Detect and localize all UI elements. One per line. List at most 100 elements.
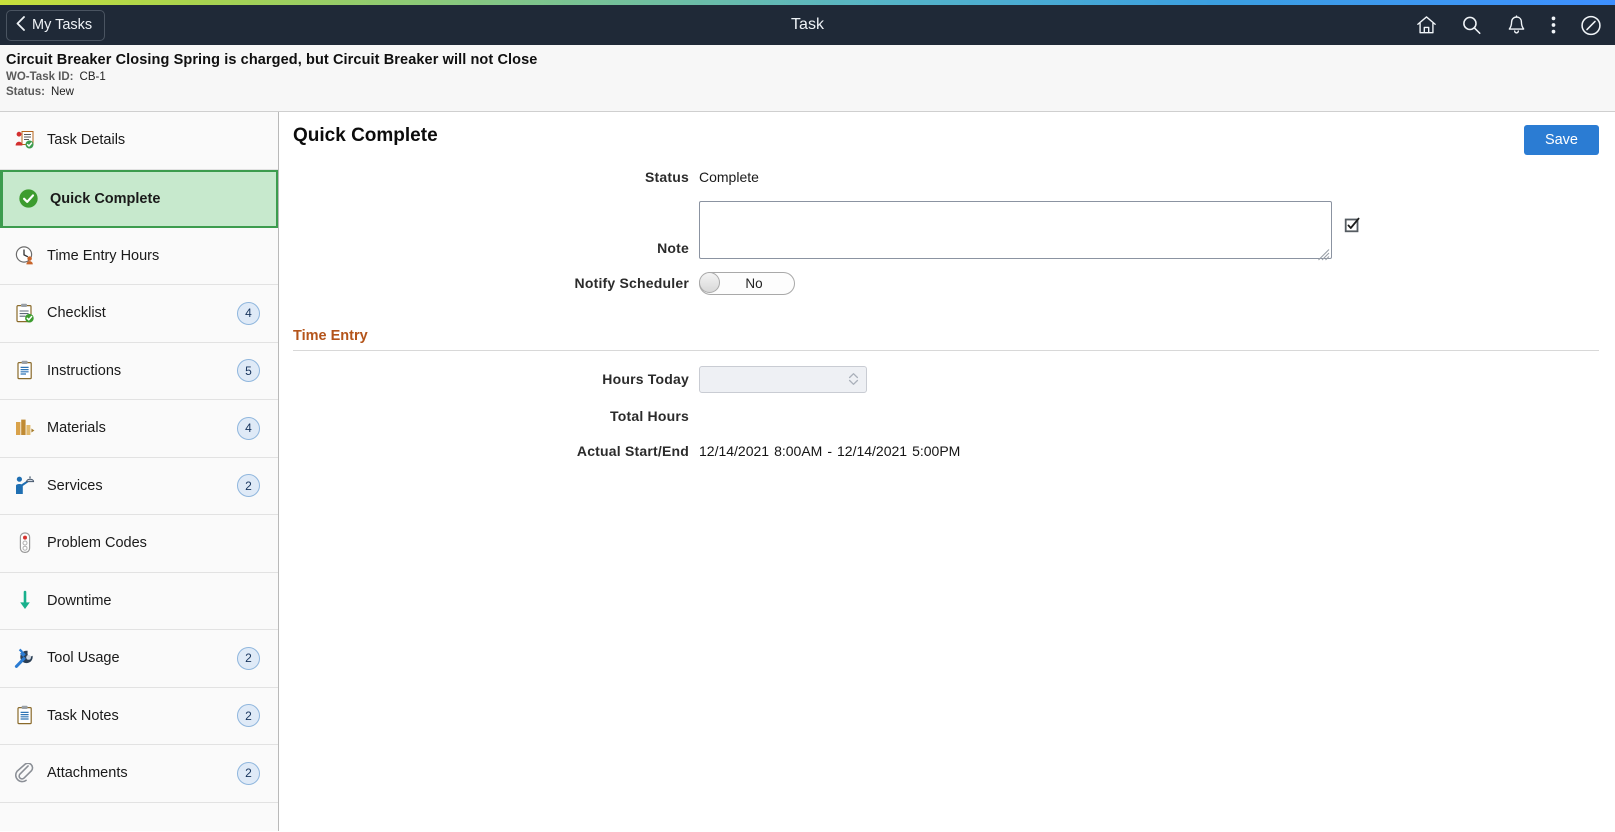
task-subheader: Circuit Breaker Closing Spring is charge… — [0, 45, 1615, 112]
save-button[interactable]: Save — [1523, 125, 1599, 155]
sidebar-badge-count: 2 — [237, 474, 260, 498]
status-label: Status — [645, 169, 689, 185]
actual-range-separator: - — [827, 443, 832, 459]
nav-bar-compass-icon[interactable] — [1579, 14, 1603, 37]
notify-scheduler-label: Notify Scheduler — [574, 275, 689, 291]
note-row: Note — [279, 201, 1615, 262]
task-status-row: Status: New — [6, 86, 1615, 98]
task-status-label: Status: — [6, 86, 45, 98]
sidebar-badge-count: 4 — [237, 301, 260, 325]
quick-complete-form: Status Complete Note Notify Scheduler No — [279, 163, 1615, 300]
hours-today-value-cell — [699, 365, 1615, 393]
sidebar-item-label: Task Notes — [47, 707, 119, 724]
green-check-icon — [15, 187, 41, 211]
sidebar-item-quick-complete[interactable]: Quick Complete — [0, 169, 278, 228]
sidebar-item-label: Services — [47, 477, 103, 494]
services-icon — [12, 474, 38, 498]
task-sidebar-nav: Task Details Quick Complete Time Entry H… — [0, 112, 279, 831]
page-title: Quick Complete — [293, 125, 438, 146]
sidebar-badge-count: 4 — [237, 416, 260, 440]
sidebar-item-tool-usage[interactable]: Tool Usage 2 — [0, 630, 278, 688]
hours-today-row: Hours Today — [279, 363, 1615, 395]
home-icon[interactable] — [1415, 14, 1438, 36]
header-icon-group — [1415, 14, 1603, 37]
sidebar-item-label: Time Entry Hours — [47, 247, 160, 264]
sidebar-item-services[interactable]: Services 2 — [0, 457, 278, 515]
page-header-title: Task — [791, 16, 824, 33]
sidebar-item-instructions[interactable]: Instructions 5 — [0, 342, 278, 400]
sidebar-item-label: Quick Complete — [50, 190, 161, 207]
actual-start-end-row: Actual Start/End 12/14/2021 8:00AM -12/14/… — [279, 437, 1615, 465]
actual-end-time: 5:00PM — [912, 443, 961, 459]
actual-start-end-value: 12/14/2021 8:00AM -12/14/2021 5:00PM — [699, 443, 1615, 459]
main-header-row: Quick Complete Save — [279, 112, 1615, 155]
sidebar-item-problem-codes[interactable]: Problem Codes — [0, 515, 278, 573]
actual-end-date: 12/14/2021 — [837, 443, 908, 459]
note-input[interactable] — [699, 201, 1332, 259]
tool-usage-icon — [12, 646, 38, 670]
status-value: Complete — [699, 169, 759, 185]
body-container: Task Details Quick Complete Time Entry H… — [0, 112, 1615, 831]
notify-scheduler-value-cell: No — [699, 271, 1615, 295]
wo-task-id-row: WO-Task ID: CB-1 — [6, 71, 1615, 83]
sidebar-item-label: Materials — [47, 420, 106, 437]
instructions-icon — [12, 359, 38, 383]
clock-person-icon — [12, 244, 38, 268]
total-hours-label: Total Hours — [610, 408, 689, 424]
wo-task-id-label: WO-Task ID: — [6, 71, 74, 83]
sidebar-item-label: Problem Codes — [47, 535, 147, 552]
notifications-bell-icon[interactable] — [1505, 14, 1528, 36]
sidebar-item-label: Checklist — [47, 305, 106, 322]
notify-scheduler-row: Notify Scheduler No — [279, 266, 1615, 300]
note-wrap — [699, 201, 1615, 262]
hours-today-stepper[interactable] — [699, 365, 867, 393]
task-notes-icon — [12, 704, 38, 728]
chevron-left-icon — [16, 15, 25, 35]
sidebar-item-time-entry-hours[interactable]: Time Entry Hours — [0, 227, 278, 285]
task-details-icon — [12, 128, 38, 152]
status-row: Status Complete — [279, 163, 1615, 191]
actions-menu-icon[interactable] — [1550, 14, 1557, 36]
task-status-value: New — [50, 86, 74, 98]
sidebar-item-label: Tool Usage — [47, 650, 120, 667]
edit-note-icon[interactable] — [1344, 217, 1361, 234]
paperclip-icon — [12, 761, 38, 785]
time-entry-section-title: Time Entry — [293, 328, 368, 344]
main-content: Quick Complete Save Status Complete Note — [279, 112, 1615, 831]
note-label: Note — [657, 240, 689, 256]
sidebar-item-label: Attachments — [47, 765, 128, 782]
back-button-label: My Tasks — [32, 17, 93, 33]
toggle-knob — [699, 271, 720, 293]
wo-task-id-value: CB-1 — [79, 71, 106, 83]
sidebar-item-label: Task Details — [47, 132, 126, 149]
sidebar-item-downtime[interactable]: Downtime — [0, 572, 278, 630]
sidebar-item-checklist[interactable]: Checklist 4 — [0, 285, 278, 343]
app-header: My Tasks Task — [0, 5, 1615, 45]
time-entry-section-header: Time Entry — [293, 327, 1599, 351]
sidebar-badge-count: 5 — [237, 359, 260, 383]
sidebar-item-task-notes[interactable]: Task Notes 2 — [0, 687, 278, 745]
time-entry-form: Hours Today Total Hours Actual Start/End… — [279, 363, 1615, 465]
checklist-icon — [12, 301, 38, 325]
actual-start-time: 8:00AM — [774, 443, 823, 459]
sidebar-badge-count: 2 — [237, 761, 260, 785]
sidebar-badge-count: 2 — [237, 646, 260, 670]
sidebar-item-materials[interactable]: Materials 4 — [0, 400, 278, 458]
total-hours-row: Total Hours — [279, 402, 1615, 430]
hours-today-label: Hours Today — [602, 371, 689, 387]
problem-codes-icon — [12, 531, 38, 555]
note-value-cell — [699, 201, 1615, 262]
search-icon[interactable] — [1460, 14, 1483, 36]
notify-scheduler-toggle[interactable]: No — [699, 271, 795, 295]
materials-icon — [12, 416, 38, 440]
sidebar-item-task-details[interactable]: Task Details — [0, 112, 278, 170]
sidebar-item-label: Instructions — [47, 362, 122, 379]
sidebar-badge-count: 2 — [237, 704, 260, 728]
sidebar-item-attachments[interactable]: Attachments 2 — [0, 745, 278, 803]
back-to-my-tasks-button[interactable]: My Tasks — [6, 9, 106, 41]
downtime-arrow-icon — [12, 589, 38, 613]
stepper-arrows-icon[interactable] — [848, 371, 859, 388]
sidebar-item-label: Downtime — [47, 592, 112, 609]
actual-start-date: 12/14/2021 — [699, 443, 770, 459]
actual-start-end-label: Actual Start/End — [576, 443, 689, 459]
